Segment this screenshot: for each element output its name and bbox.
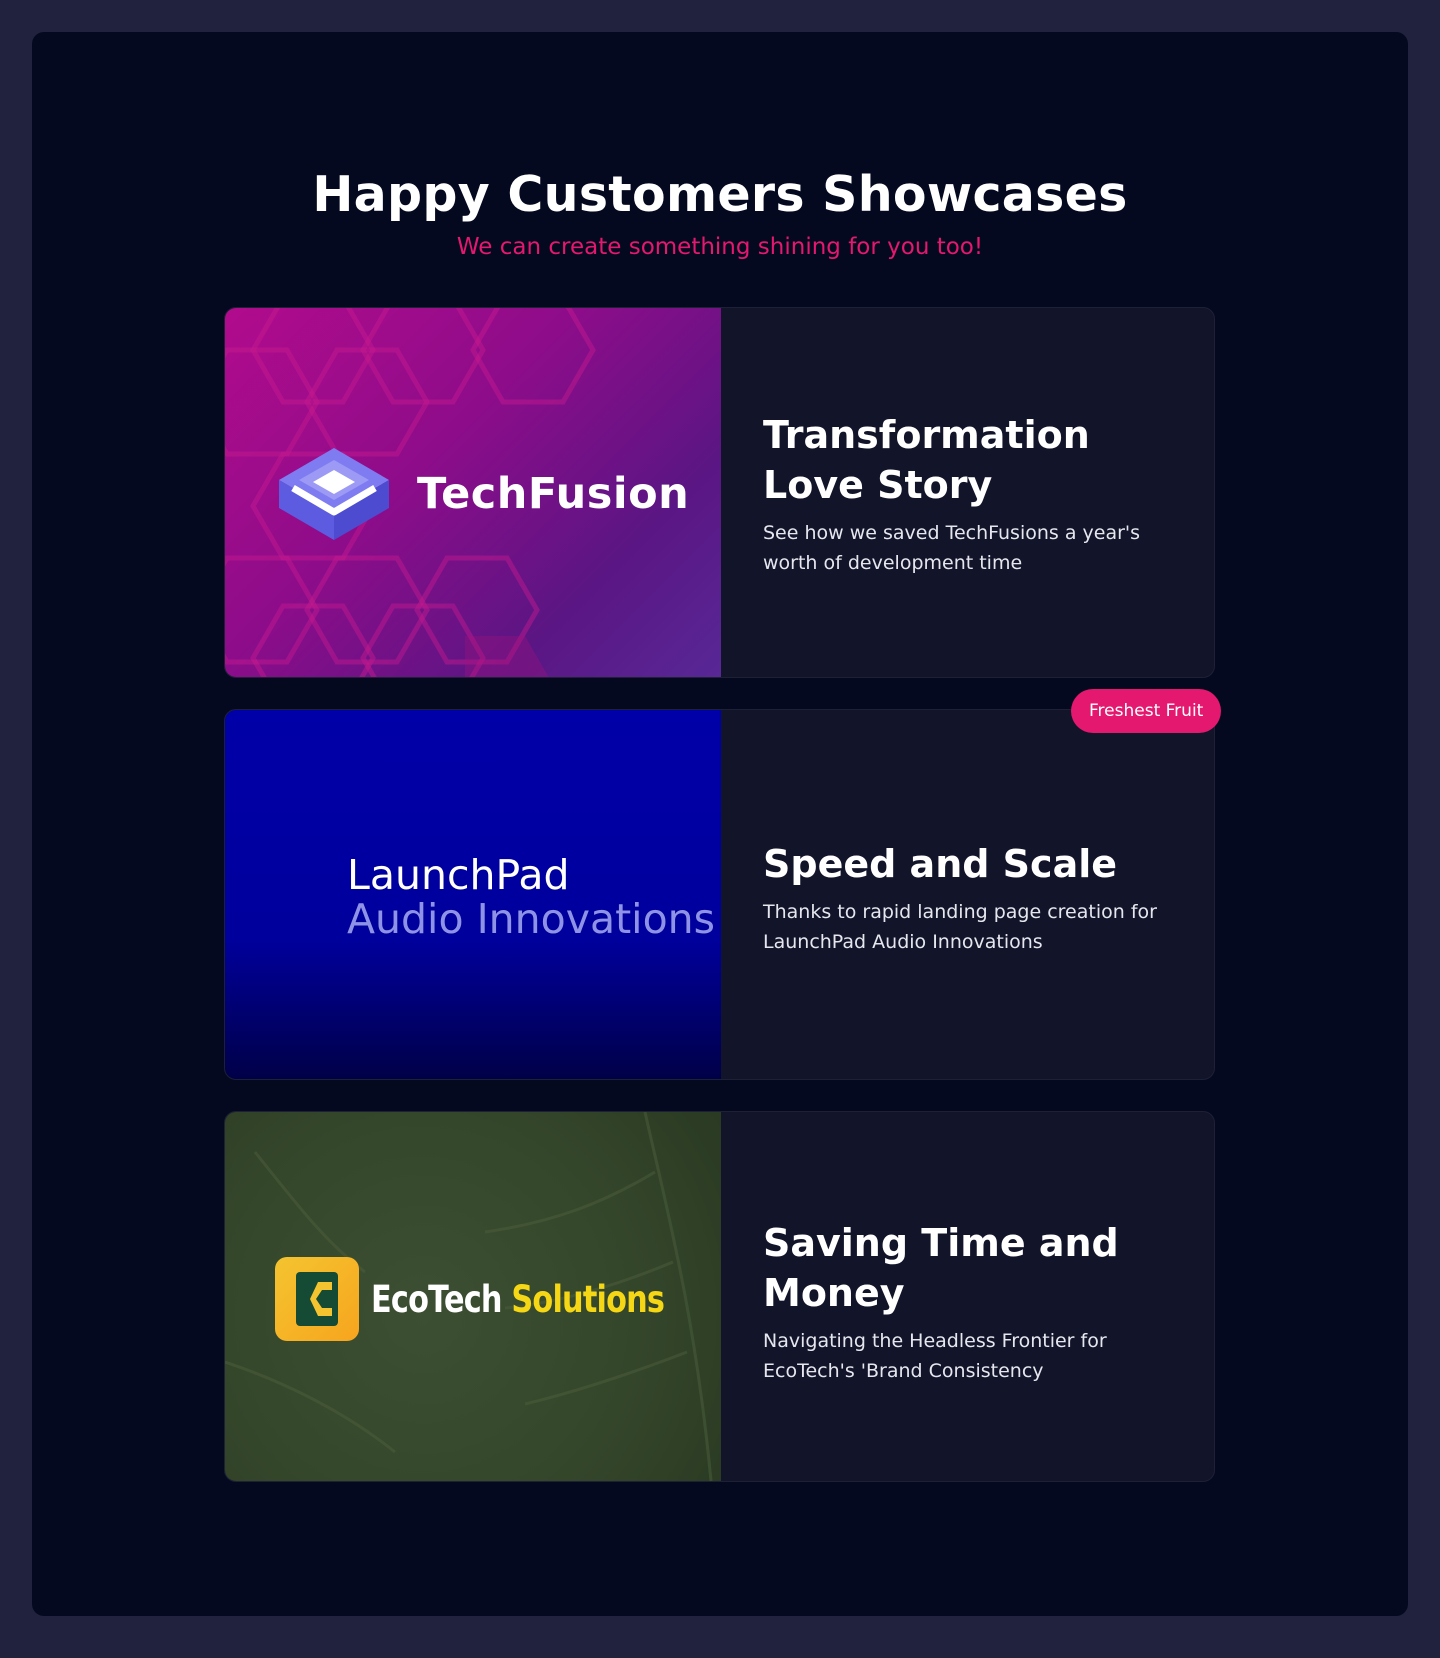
audio-waveform-icon <box>276 858 328 936</box>
card-description: Navigating the Headless Frontier for Eco… <box>763 1330 1107 1382</box>
card-title: Saving Time and Money <box>763 1221 1119 1315</box>
card-title: Speed and Scale <box>763 842 1118 886</box>
section-subtitle: We can create something shining for you … <box>456 234 984 260</box>
techfusion-logo: TechFusion <box>275 446 689 542</box>
card-description: Thanks to rapid landing page creation fo… <box>763 901 1157 953</box>
ecotech-wordmark: EcoTech Solutions <box>371 1277 665 1321</box>
card-text-techfusion: Transformation Love Story See how we sav… <box>763 410 1175 578</box>
card-text-launchpad: Speed and Scale Thanks to rapid landing … <box>763 839 1175 957</box>
card-title: Transformation Love Story <box>763 413 1090 507</box>
launchpad-tagline: Audio Innovations <box>347 895 715 943</box>
section-title: Happy Customers Showcases <box>312 166 1128 223</box>
showcase-card-launchpad[interactable]: LaunchPad Audio Innovations Speed and Sc… <box>224 709 1215 1080</box>
launchpad-logo: LaunchPad Audio Innovations <box>275 853 715 941</box>
card-text-ecotech: Saving Time and Money Navigating the Hea… <box>763 1218 1175 1386</box>
launchpad-wordmark: LaunchPad <box>347 851 570 899</box>
showcase-card-ecotech[interactable]: EcoTech Solutions Saving Time and Money … <box>224 1111 1215 1482</box>
showcase-card-techfusion[interactable]: TechFusion Transformation Love Story See… <box>224 307 1215 678</box>
stacked-layers-icon <box>279 448 389 540</box>
techfusion-wordmark: TechFusion <box>417 469 690 519</box>
freshest-fruit-badge: Freshest Fruit <box>1071 689 1222 733</box>
techfusion-image: TechFusion <box>225 308 721 677</box>
section-header: Happy Customers Showcases We can create … <box>0 160 1440 264</box>
ecotech-e-icon <box>275 1257 359 1341</box>
launchpad-image: LaunchPad Audio Innovations <box>225 710 721 1079</box>
ecotech-logo: EcoTech Solutions <box>275 1257 721 1341</box>
ecotech-image: EcoTech Solutions <box>225 1112 721 1481</box>
card-description: See how we saved TechFusions a year's wo… <box>763 522 1141 574</box>
